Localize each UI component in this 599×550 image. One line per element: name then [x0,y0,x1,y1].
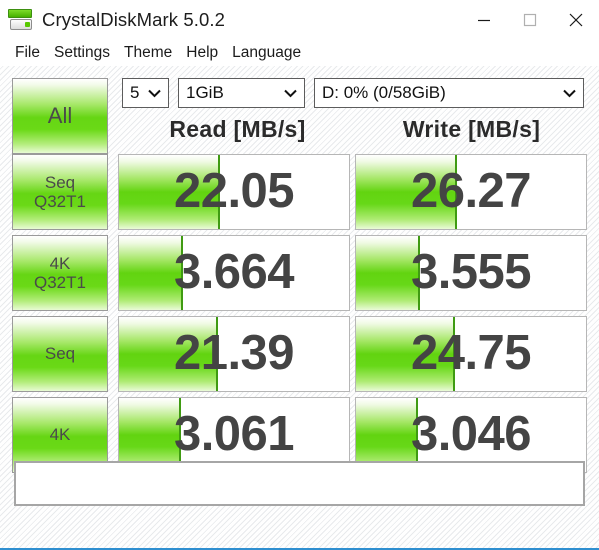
menu-item-settings[interactable]: Settings [47,44,117,62]
window-title: CrystalDiskMark 5.0.2 [42,9,226,30]
menu-item-help[interactable]: Help [179,44,225,62]
close-button[interactable] [553,0,599,40]
write-column-header: Write [MB/s] [402,116,541,142]
table-row: 4K Q32T1 3.664 3.555 [12,235,587,311]
test-label-line2: Q32T1 [34,192,86,211]
crystaldiskmark-window: CrystalDiskMark 5.0.2 File Settings Them… [0,0,599,550]
menu-item-theme[interactable]: Theme [117,44,179,62]
test-label-line1: 4K [49,253,71,273]
column-headers: Read [MB/s] Write [MB/s] [122,116,587,143]
write-value-4k-q32t1: 3.555 [410,244,532,299]
table-row: Seq Q32T1 22.05 26.27 [12,154,587,230]
read-result-seq-q32t1: 22.05 [118,154,350,230]
title-bar: CrystalDiskMark 5.0.2 [0,0,599,40]
chevron-down-icon [562,88,577,98]
write-result-4k-q32t1: 3.555 [355,235,587,311]
test-label-line1: Seq [44,344,76,364]
menu-item-file[interactable]: File [8,44,47,62]
test-size-value: 1GiB [186,83,224,102]
settings-row: 5 1GiB D: 0% (0/58GiB) [122,78,584,108]
run-all-label: All [47,102,73,128]
write-value-seq: 24.75 [410,325,532,380]
test-label-line1: Seq [44,172,76,192]
read-column-header: Read [MB/s] [169,116,306,142]
write-result-seq: 24.75 [355,316,587,392]
disk-icon [6,6,36,34]
minimize-button[interactable] [461,0,507,40]
run-all-button[interactable]: All [12,78,108,154]
close-icon [569,13,583,27]
maximize-button[interactable] [507,0,553,40]
drive-select[interactable]: D: 0% (0/58GiB) [314,78,584,108]
results-grid: Seq Q32T1 22.05 26.27 4K Q32T1 3.664 3.5… [12,154,587,478]
chevron-down-icon [283,88,298,98]
write-value-seq-q32t1: 26.27 [410,163,532,218]
drive-value: D: 0% (0/58GiB) [322,83,446,102]
read-value-4k-q32t1: 3.664 [173,244,295,299]
run-count-select[interactable]: 5 [122,78,169,108]
table-row: Seq 21.39 24.75 [12,316,587,392]
run-count-value: 5 [130,83,140,102]
read-result-4k-q32t1: 3.664 [118,235,350,311]
window-controls [461,0,599,40]
run-seq-button[interactable]: Seq [12,316,108,392]
minimize-icon [478,19,490,22]
run-4k-q32t1-button[interactable]: 4K Q32T1 [12,235,108,311]
write-result-seq-q32t1: 26.27 [355,154,587,230]
menu-bar: File Settings Theme Help Language [0,40,599,66]
read-result-seq: 21.39 [118,316,350,392]
test-label-line1: 4K [49,425,71,445]
menu-item-language[interactable]: Language [225,44,308,62]
run-seq-q32t1-button[interactable]: Seq Q32T1 [12,154,108,230]
read-value-seq-q32t1: 22.05 [173,163,295,218]
test-label-line2: Q32T1 [34,273,86,292]
comment-input[interactable] [14,461,585,506]
content-area: 5 1GiB D: 0% (0/58GiB) Read [MB/s] Write… [0,66,599,550]
read-value-seq: 21.39 [173,325,295,380]
maximize-icon [523,13,537,27]
test-size-select[interactable]: 1GiB [178,78,305,108]
chevron-down-icon [147,88,162,98]
